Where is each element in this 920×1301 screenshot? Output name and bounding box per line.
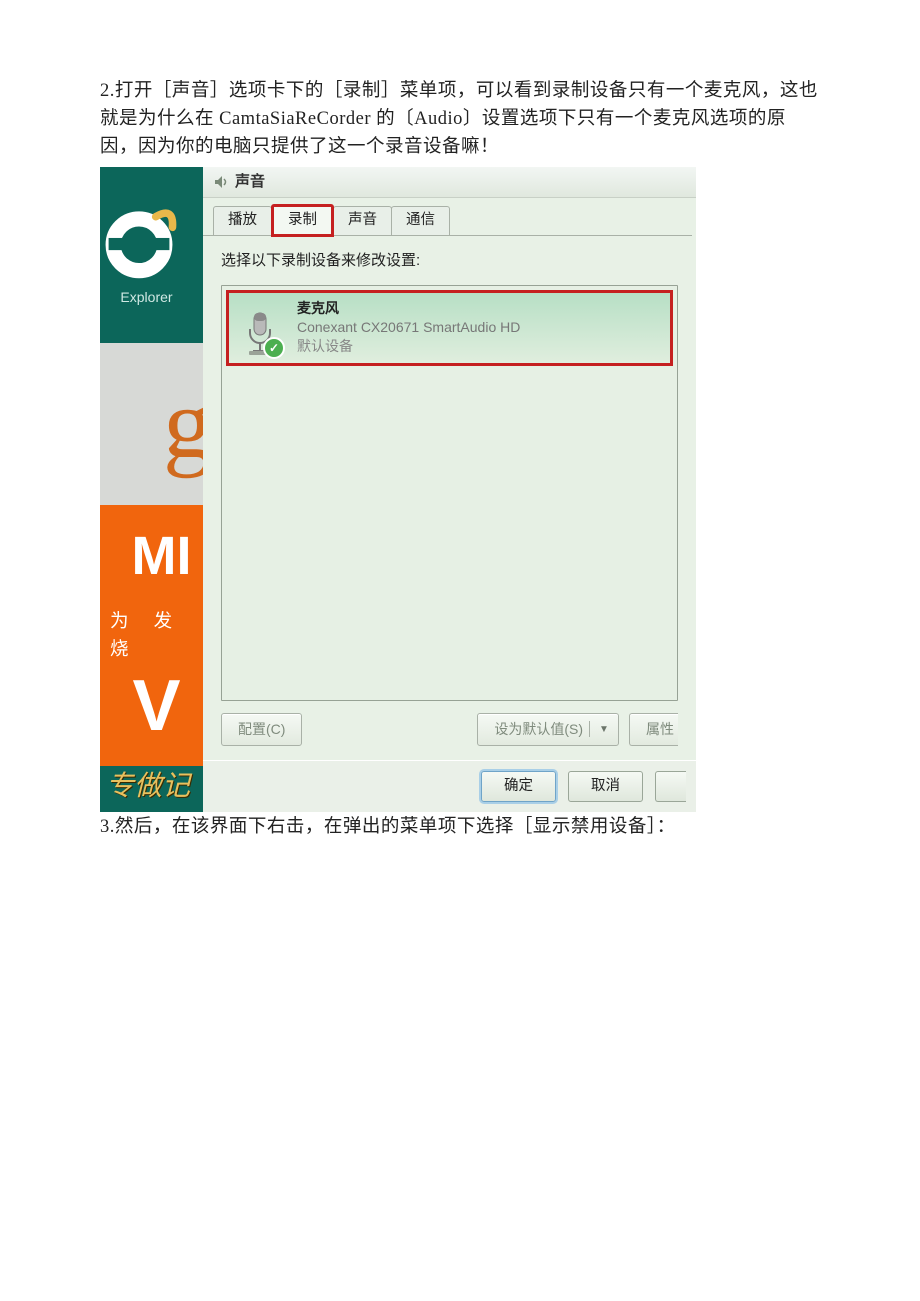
sound-dialog-screenshot: Explorer g MI 为 发 烧 V 专做记 声音 (100, 167, 696, 812)
internet-explorer-icon (101, 203, 177, 279)
device-status: 默认设备 (297, 337, 520, 356)
cancel-button[interactable]: 取消 (568, 771, 643, 803)
tab-communications[interactable]: 通信 (391, 206, 450, 235)
tab-recording[interactable]: 录制 (271, 204, 334, 237)
device-description: Conexant CX20671 SmartAudio HD (297, 318, 520, 337)
v-logo: V (132, 674, 180, 739)
bottom-slogan: 专做记 (106, 766, 190, 808)
sound-dialog: 声音 播放 录制 声音 通信 选择以下录制设备来修改设置: (203, 167, 696, 812)
dialog-footer: 确定 取消 (203, 760, 696, 813)
properties-button[interactable]: 属性 (629, 713, 678, 746)
panel-instruction: 选择以下录制设备来修改设置: (221, 250, 678, 273)
desktop-mi-block: MI 为 发 烧 (100, 505, 203, 675)
chevron-down-icon[interactable]: ▼ (589, 721, 612, 737)
device-action-row: 配置(C) 设为默认值(S) ▼ 属性 (221, 701, 678, 760)
default-check-badge-icon: ✓ (263, 337, 285, 359)
set-default-label: 设为默认值(S) (494, 719, 583, 740)
ok-button[interactable]: 确定 (481, 771, 556, 803)
device-name: 麦克风 (297, 299, 520, 318)
step-3-text: 3.然后，在该界面下右击，在弹出的菜单项下选择［显示禁用设备］： (100, 814, 820, 842)
configure-button[interactable]: 配置(C) (221, 713, 302, 746)
apply-button-cut[interactable] (655, 771, 686, 803)
desktop-v-block: V (100, 674, 203, 766)
desktop-bottom-block: 专做记 (100, 766, 203, 812)
tab-playback[interactable]: 播放 (213, 206, 272, 235)
ie-label: Explorer (120, 287, 172, 308)
recording-panel: 选择以下录制设备来修改设置: ✓ (203, 235, 692, 760)
dialog-tabs: 播放 录制 声音 通信 (203, 198, 696, 235)
set-default-button[interactable]: 设为默认值(S) ▼ (477, 713, 619, 746)
recording-device-list[interactable]: ✓ 麦克风 Conexant CX20671 SmartAudio HD 默认设… (221, 285, 678, 701)
desktop-g-block: g (100, 343, 203, 505)
device-microphone-item[interactable]: ✓ 麦克风 Conexant CX20671 SmartAudio HD 默认设… (226, 290, 673, 366)
mi-slogan: 为 发 烧 (110, 607, 203, 663)
tab-sounds[interactable]: 声音 (333, 206, 392, 235)
speaker-icon (213, 174, 229, 190)
step-2-text: 2.打开［声音］选项卡下的［录制］菜单项，可以看到录制设备只有一个麦克风，这也就… (100, 78, 820, 161)
dialog-title: 声音 (235, 171, 265, 194)
device-text-block: 麦克风 Conexant CX20671 SmartAudio HD 默认设备 (297, 299, 520, 356)
letter-g-icon: g (163, 384, 203, 464)
desktop-icon-strip: Explorer g MI 为 发 烧 V 专做记 (100, 167, 203, 812)
microphone-icon: ✓ (237, 299, 283, 357)
mi-logo: MI (132, 516, 192, 597)
dialog-titlebar: 声音 (203, 167, 696, 198)
desktop-ie-block: Explorer (100, 167, 203, 343)
